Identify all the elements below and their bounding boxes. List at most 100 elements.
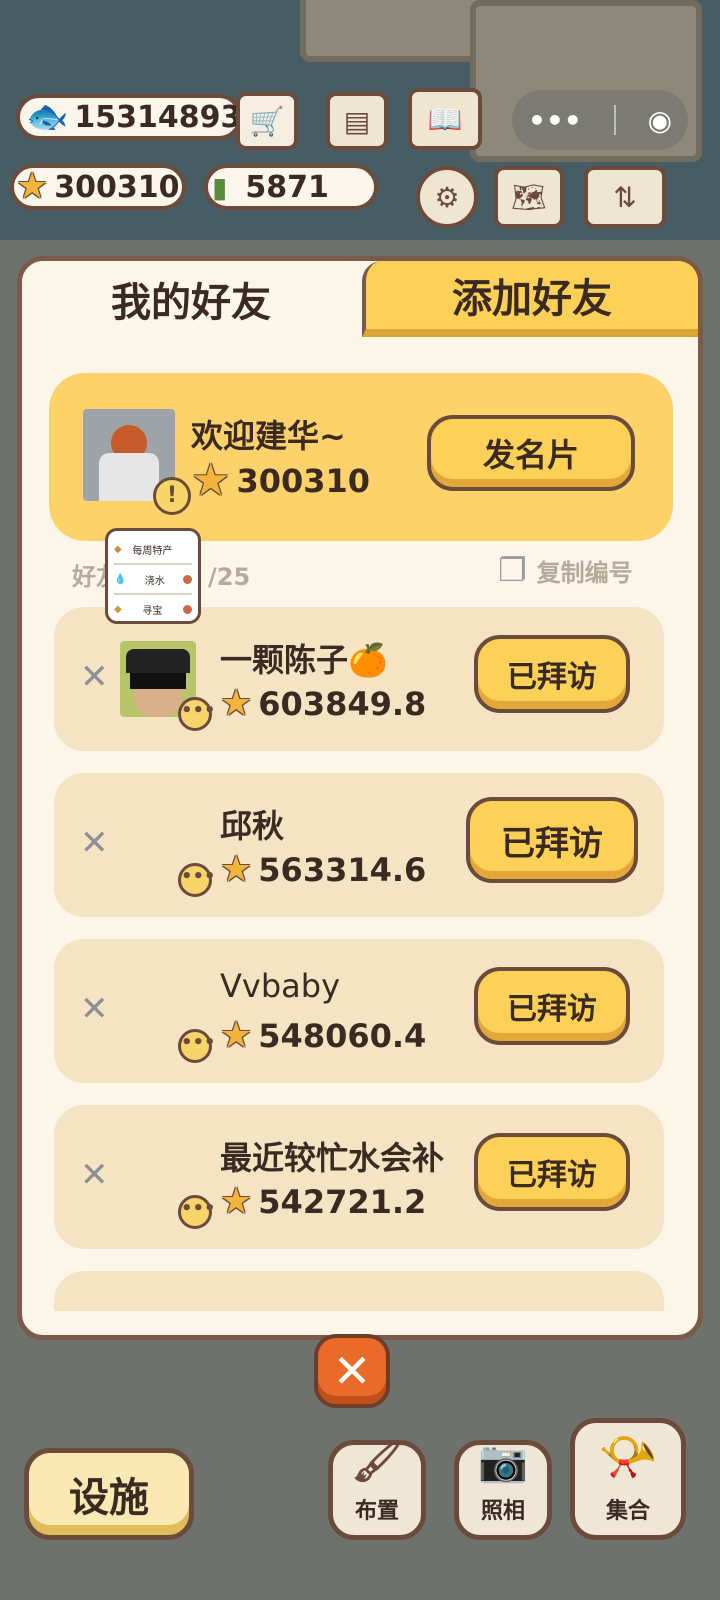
visited-button[interactable]: 已拜访 — [474, 1133, 630, 1211]
status-dot — [182, 574, 192, 584]
visited-label: 已拜访 — [507, 1158, 597, 1193]
arrange-label: 布置 — [354, 1499, 399, 1524]
remove-friend-icon[interactable]: ✕ — [80, 989, 109, 1029]
status-dot — [182, 604, 192, 614]
settings-gear-icon[interactable]: ⚙ — [416, 166, 478, 228]
star-icon: ★ — [16, 166, 49, 207]
arrange-button[interactable]: 🖌 布置 — [328, 1439, 426, 1540]
water-drop-icon: 💧 — [114, 573, 127, 585]
visited-label: 已拜访 — [507, 992, 597, 1027]
avatar-face — [134, 689, 182, 717]
friend-name: 一颗陈子🍊 — [220, 641, 388, 679]
capsule-divider — [613, 105, 616, 135]
newspaper-icon[interactable]: ▤ — [326, 92, 388, 150]
friend-row: ✕ ••• 一颗陈子🍊 ★ 603849.8 已拜访 — [54, 607, 664, 751]
star-count: 300310 — [54, 169, 180, 205]
visited-label: 已拜访 — [501, 823, 603, 864]
friend-score: 548060.4 — [258, 1017, 427, 1055]
friend-score: 563314.6 — [258, 851, 427, 889]
friend-row: ✕ ••• Vvbaby ★ 548060.4 已拜访 — [54, 939, 664, 1083]
more-options-icon[interactable]: ••• — [178, 1195, 216, 1229]
remove-friend-icon[interactable]: ✕ — [80, 1155, 109, 1195]
visited-button[interactable]: 已拜访 — [474, 967, 630, 1045]
my-score-row: ★ 300310 — [191, 459, 370, 503]
star-icon: ★ — [220, 683, 253, 724]
book-icon[interactable]: 📖 — [408, 88, 482, 150]
friend-name: 最近较忙水会补 — [220, 1139, 445, 1177]
star-currency: ★ 300310 — [10, 164, 186, 210]
more-options-icon[interactable]: ••• — [178, 1029, 216, 1063]
sort-toggle-icon[interactable]: ⇅ — [584, 166, 666, 228]
friend-name: 邱秋 — [220, 807, 285, 845]
friend-score-row: ★ 548060.4 — [220, 1017, 426, 1055]
weekly-specialty-icon: ◆ — [114, 543, 122, 555]
more-dots-icon[interactable]: ••• — [528, 104, 582, 137]
fish-count: 15314893 — [74, 99, 242, 135]
visited-button[interactable]: 已拜访 — [474, 635, 630, 713]
friend-score-row: ★ 563314.6 — [220, 851, 426, 889]
shop-cart-icon[interactable]: 🛒 — [236, 92, 298, 150]
friend-row: ✕ ••• 最近较忙水会补 ★ 542721.2 已拜访 — [54, 1105, 664, 1249]
friend-score: 542721.2 — [258, 1183, 427, 1221]
send-card-button[interactable]: 发名片 — [427, 415, 635, 491]
paint-roller-icon: 🖌 — [351, 1439, 403, 1485]
visited-button[interactable]: 已拜访 — [466, 797, 638, 883]
copy-icon: ❐ — [498, 551, 527, 589]
popup-item: ◆ 寻宝 — [114, 595, 192, 623]
gather-button[interactable]: 📯 集合 — [570, 1418, 686, 1540]
tab-add-friends-label: 添加好友 — [452, 276, 612, 322]
remove-friend-icon[interactable]: ✕ — [80, 657, 109, 697]
more-options-icon[interactable]: ••• — [178, 697, 216, 731]
friend-row: ✕ ••• 邱秋 ★ 563314.6 已拜访 — [54, 773, 664, 917]
miniprogram-capsule[interactable]: ••• ◉ — [512, 90, 688, 150]
tab-my-friends-label: 我的好友 — [111, 280, 271, 326]
popup-item: ◆ 每周特产 — [114, 535, 192, 565]
fish-icon: 🐟 — [26, 97, 69, 137]
avatar-hat — [126, 649, 190, 673]
friend-activity-popup: ◆ 每周特产 💧 浇水 ◆ 寻宝 — [105, 528, 201, 624]
ticket-count: 5871 — [245, 169, 329, 205]
copy-id-label: 复制编号 — [536, 558, 633, 587]
my-greeting: 欢迎建华~ — [191, 417, 346, 455]
popup-item-label: 浇水 — [144, 575, 165, 587]
star-icon: ★ — [191, 455, 231, 506]
friend-count-suffix: /25 — [208, 563, 251, 591]
my-score: 300310 — [236, 462, 371, 500]
ticket-icon: ▮ — [212, 170, 228, 204]
facility-button[interactable]: 设施 — [24, 1448, 194, 1540]
tab-my-friends[interactable]: 我的好友 — [22, 261, 360, 337]
friend-score-row: ★ 542721.2 — [220, 1183, 426, 1221]
ticket-currency: ▮ 5871 — [204, 164, 378, 210]
star-icon: ★ — [220, 1015, 253, 1056]
alert-icon[interactable]: ! — [153, 477, 191, 515]
fish-currency: 🐟 15314893 — [16, 94, 242, 140]
visited-label: 已拜访 — [507, 660, 597, 695]
facility-label: 设施 — [69, 1475, 149, 1521]
gather-label: 集合 — [605, 1499, 650, 1524]
close-target-icon[interactable]: ◉ — [648, 104, 672, 137]
photo-button[interactable]: 📷 照相 — [454, 1439, 552, 1540]
close-panel-button[interactable]: ✕ — [314, 1334, 390, 1408]
my-profile-card: ! 欢迎建华~ ★ 300310 发名片 — [49, 373, 673, 541]
remove-friend-icon[interactable]: ✕ — [80, 823, 109, 863]
more-options-icon[interactable]: ••• — [178, 863, 216, 897]
tab-add-friends[interactable]: 添加好友 — [362, 261, 698, 337]
avatar-figure-body — [99, 453, 159, 501]
popup-item: 💧 浇水 — [114, 565, 192, 595]
popup-item-label: 每周特产 — [132, 545, 173, 557]
star-icon: ★ — [220, 1181, 253, 1222]
map-icon[interactable]: 🗺 — [494, 166, 564, 228]
friends-panel: 我的好友 添加好友 ! 欢迎建华~ ★ 300310 发名片 好友/25 ❐ 复… — [17, 256, 703, 1340]
friend-name: Vvbaby — [220, 967, 340, 1005]
copy-id-link[interactable]: ❐ 复制编号 — [498, 551, 633, 589]
friend-score: 603849.8 — [258, 685, 427, 723]
avatar-sunglasses — [130, 673, 186, 689]
popup-item-label: 寻宝 — [142, 605, 163, 617]
friend-score-row: ★ 603849.8 — [220, 685, 426, 723]
send-card-label: 发名片 — [482, 436, 579, 474]
camera-icon: 📷 — [478, 1439, 528, 1485]
friend-row-partial — [54, 1271, 664, 1311]
close-icon: ✕ — [332, 1344, 372, 1398]
star-icon: ★ — [220, 849, 253, 890]
treasure-icon: ◆ — [114, 603, 122, 615]
